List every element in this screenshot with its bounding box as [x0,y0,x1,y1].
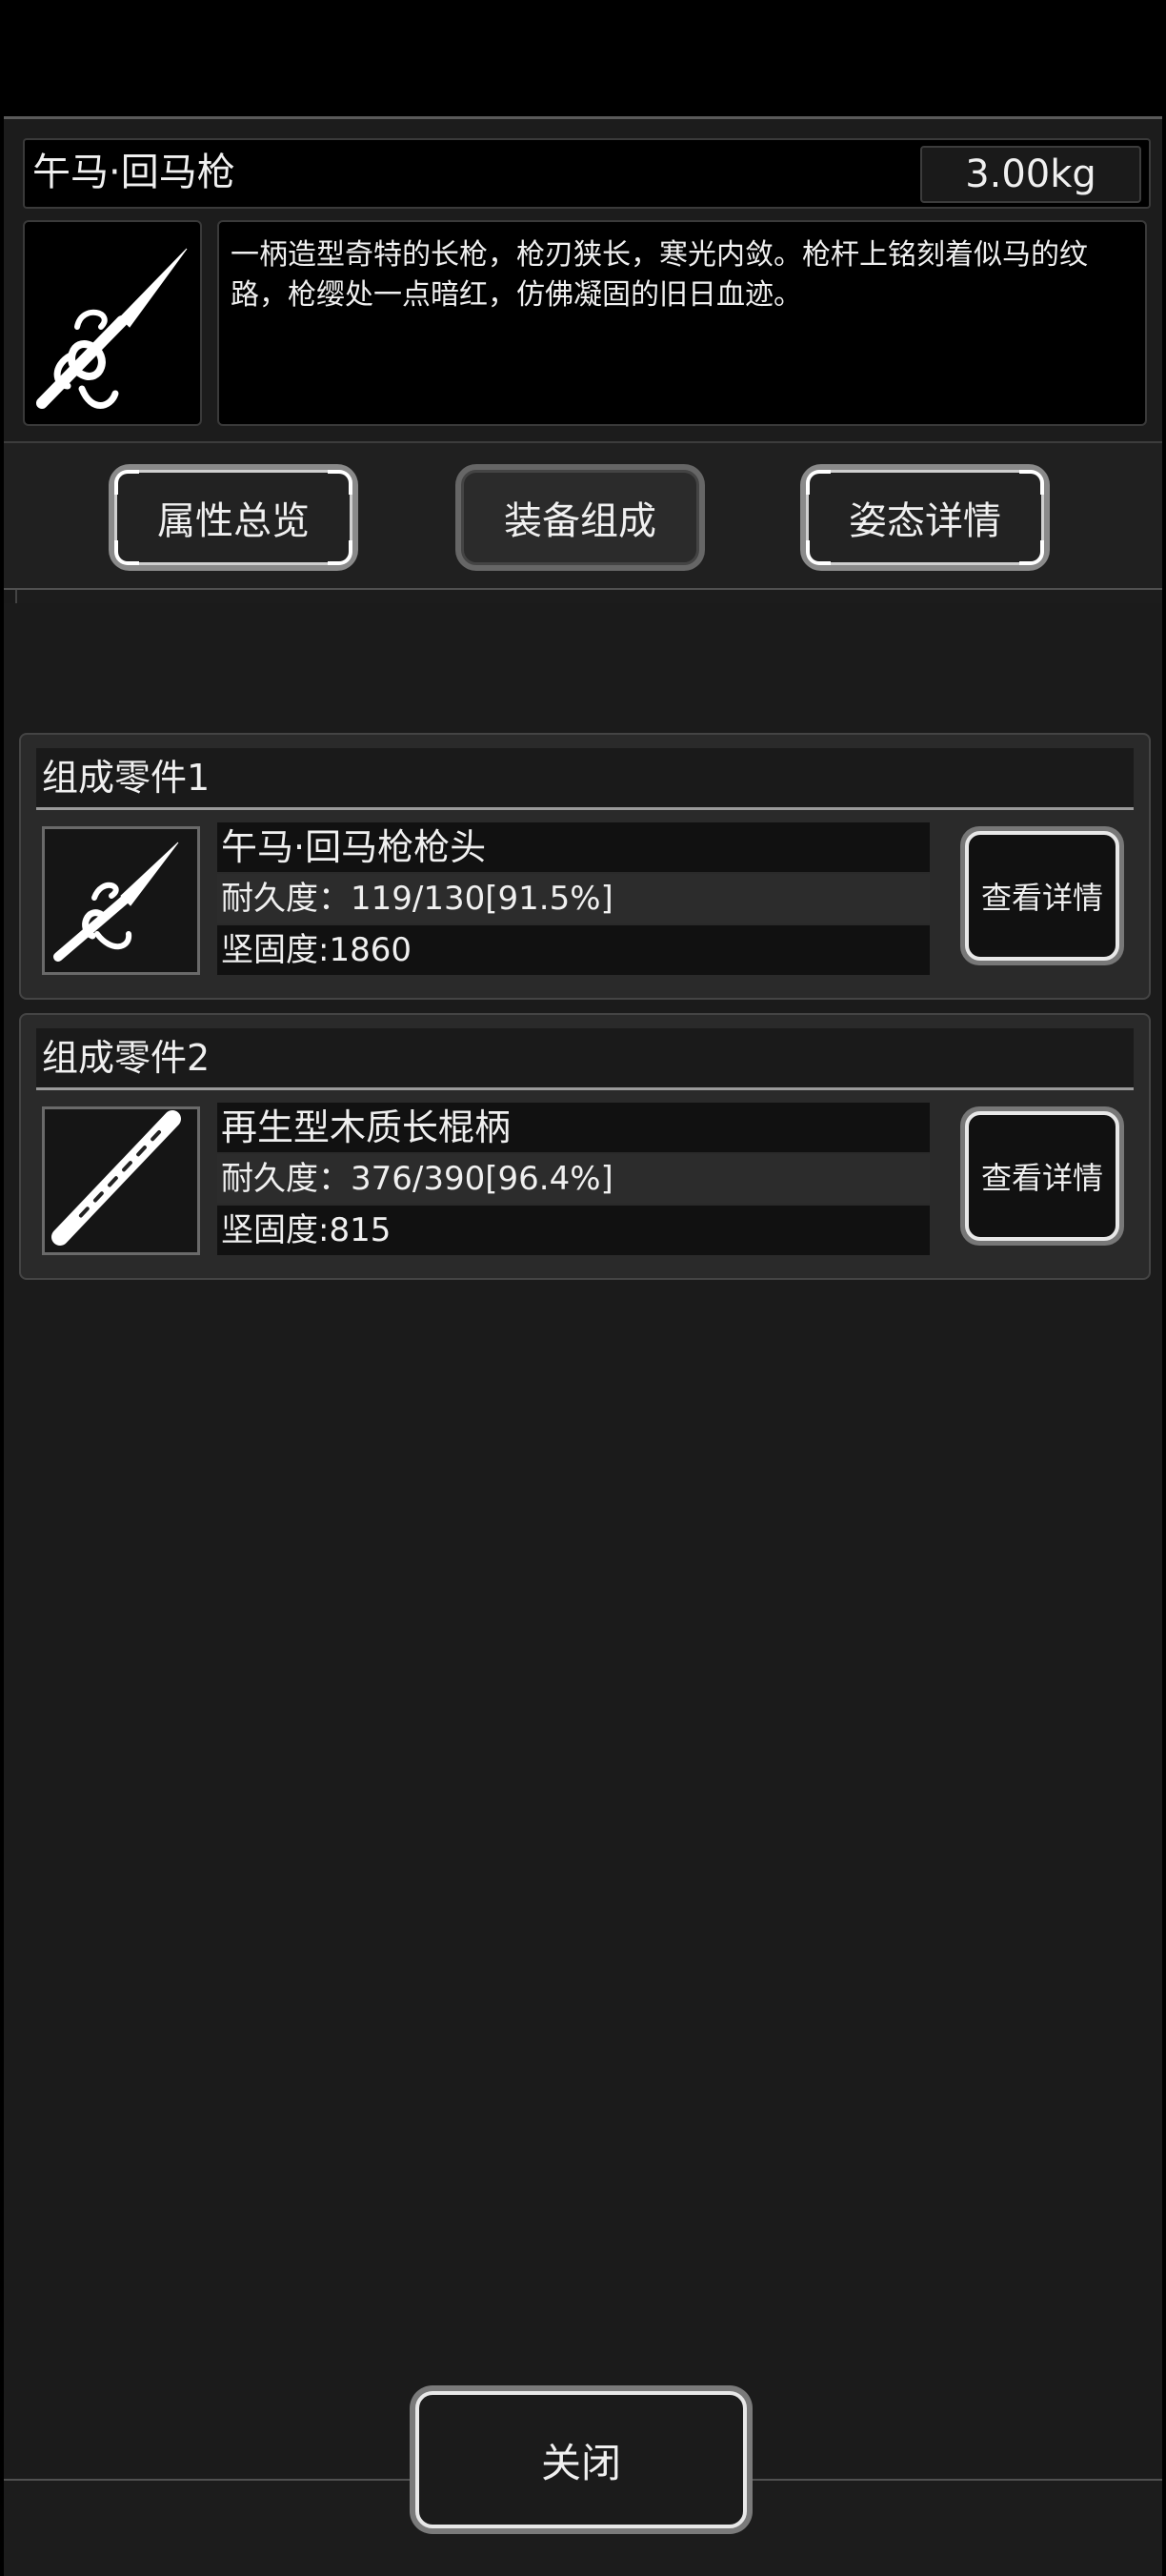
part-card: 组成零件2 再生型木质长棍柄 耐久度：376/390[96.4%] 坚固度:81… [19,1013,1151,1280]
spearhead-icon [53,842,179,962]
tab-stance-details[interactable]: 姿态详情 [800,464,1050,571]
item-title: 午马·回马枪 [32,151,235,194]
item-header: 午马·回马枪 3.00kg [23,138,1151,209]
tab-label: 属性总览 [157,499,310,543]
part-heading: 组成零件1 [36,748,1134,810]
part-image [42,1106,200,1255]
part-card: 组成零件1 午马·回马枪枪头 耐久度：119/130[91.5%] 坚固度:18… [19,733,1151,1000]
tab-label: 装备组成 [504,499,656,543]
close-button[interactable]: 关闭 [410,2385,753,2534]
status-bar-area [0,0,1166,116]
item-weight: 3.00kg [920,146,1141,203]
spear-icon [36,248,188,409]
part-image [42,826,200,975]
item-image [23,220,202,426]
tab-equipment-composition[interactable]: 装备组成 [455,464,705,571]
part-name: 午马·回马枪枪头 [217,822,930,872]
tab-attributes-overview[interactable]: 属性总览 [109,464,358,571]
view-details-button[interactable]: 查看详情 [960,1106,1124,1246]
part-durability: 耐久度：376/390[96.4%] [217,1154,930,1204]
part-name: 再生型木质长棍柄 [217,1103,930,1152]
tab-bar: 属性总览 装备组成 姿态详情 [4,441,1162,590]
item-description: 一柄造型奇特的长枪，枪刃狭长，寒光内敛。枪杆上铭刻着似马的纹路，枪缨处一点暗红，… [231,238,1088,312]
part-heading: 组成零件2 [36,1028,1134,1090]
view-details-button[interactable]: 查看详情 [960,826,1124,965]
tab-label: 姿态详情 [849,499,1001,543]
part-hardness: 坚固度:1860 [217,925,930,975]
equipment-panel: 午马·回马枪 3.00kg 一柄造型奇特的长枪，枪刃狭长，寒光内敛。枪杆上铭刻着… [4,116,1162,2576]
part-durability: 耐久度：119/130[91.5%] [217,874,930,923]
part-info: 午马·回马枪枪头 耐久度：119/130[91.5%] 坚固度:1860 [217,822,930,975]
part-info: 再生型木质长棍柄 耐久度：376/390[96.4%] 坚固度:815 [217,1103,930,1255]
part-hardness: 坚固度:815 [217,1206,930,1255]
parts-list[interactable]: 组成零件1 午马·回马枪枪头 耐久度：119/130[91.5%] 坚固度:18… [4,603,1162,2481]
wooden-shaft-icon [51,1110,181,1246]
item-description-box: 一柄造型奇特的长枪，枪刃狭长，寒光内敛。枪杆上铭刻着似马的纹路，枪缨处一点暗红，… [217,220,1147,426]
